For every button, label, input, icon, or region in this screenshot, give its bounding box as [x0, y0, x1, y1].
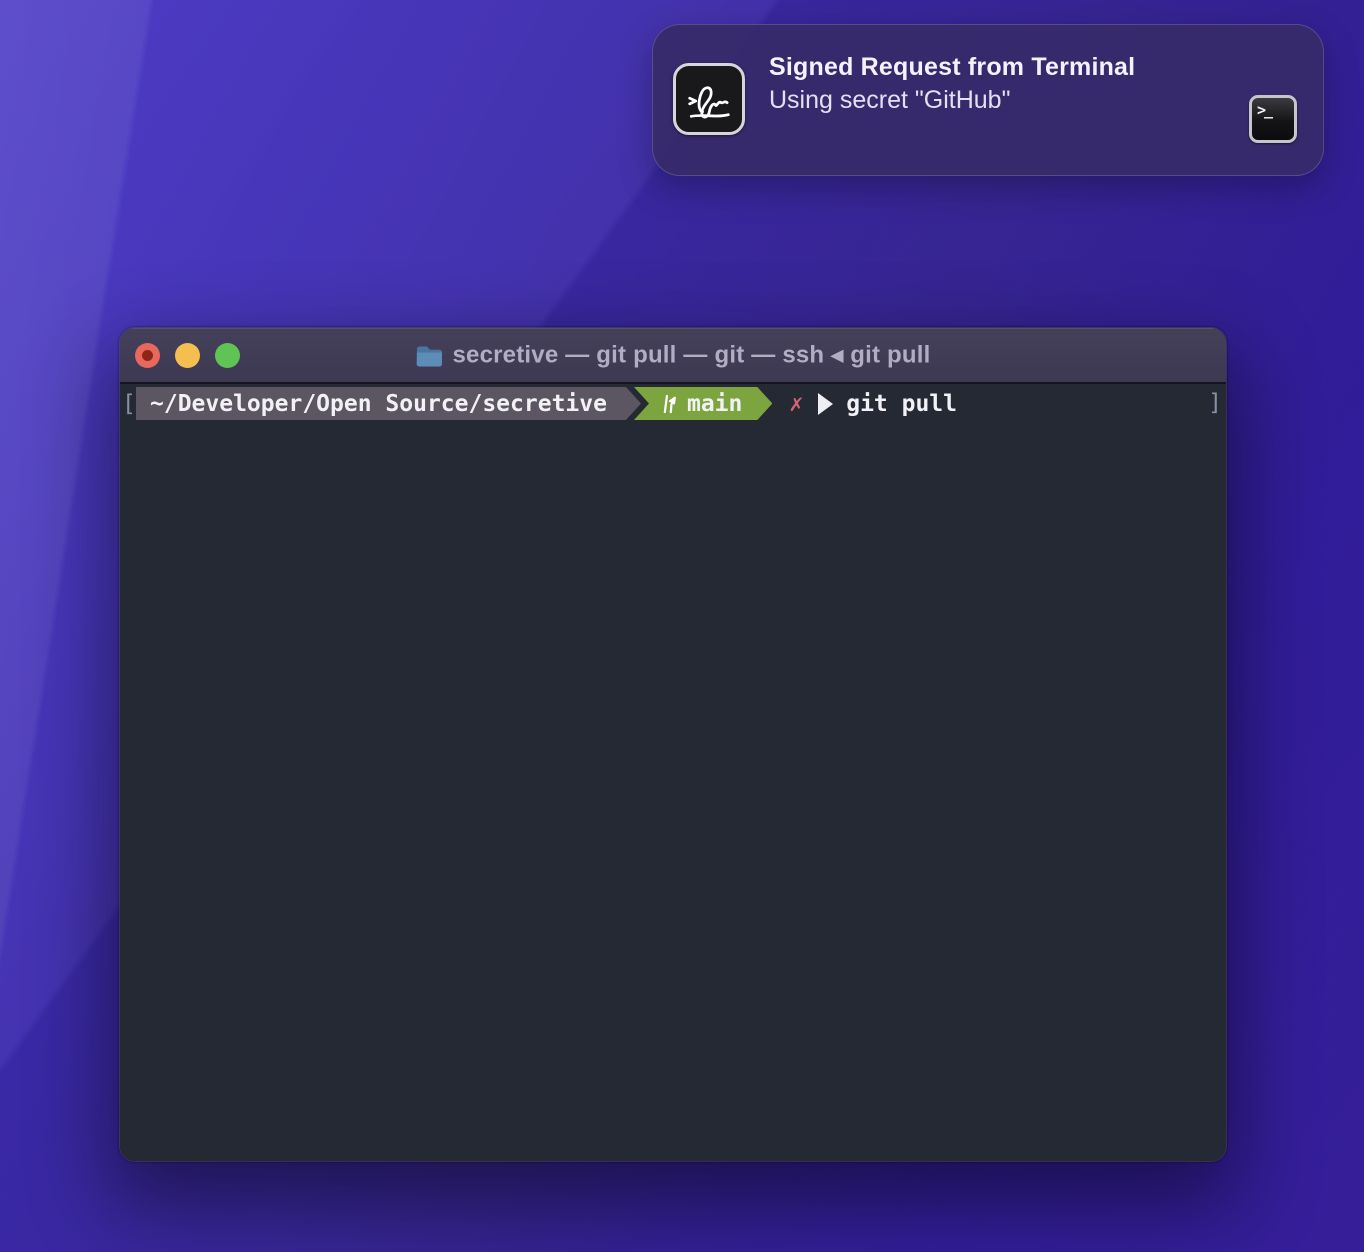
- prompt-mark-left: [: [120, 391, 136, 417]
- close-button[interactable]: [135, 343, 160, 368]
- folder-icon: [415, 344, 442, 366]
- minimize-button[interactable]: [175, 343, 200, 368]
- prompt-arrow-icon: [818, 393, 833, 415]
- prompt-branch-segment: main: [634, 387, 772, 420]
- notification-text: Signed Request from Terminal Using secre…: [769, 51, 1135, 117]
- terminal-content[interactable]: [ ~/Developer/Open Source/secretive main…: [120, 384, 1226, 1161]
- notification-subtitle: Using secret "GitHub": [769, 84, 1135, 117]
- terminal-app-icon: >_: [1249, 95, 1297, 143]
- traffic-lights: [135, 343, 240, 368]
- command-text: git pull: [846, 391, 957, 417]
- zoom-button[interactable]: [215, 343, 240, 368]
- titlebar[interactable]: secretive — git pull — git — ssh ◂ git p…: [120, 328, 1226, 384]
- notification-banner[interactable]: Signed Request from Terminal Using secre…: [652, 24, 1324, 176]
- prompt-mark-right: ]: [1208, 387, 1222, 420]
- git-dirty-mark: ✗: [789, 391, 803, 417]
- prompt-line: [ ~/Developer/Open Source/secretive main…: [120, 387, 1226, 420]
- secretive-app-icon: [673, 63, 745, 135]
- terminal-window: secretive — git pull — git — ssh ◂ git p…: [120, 328, 1226, 1161]
- signature-glyph: [680, 70, 738, 128]
- window-title-area: secretive — git pull — git — ssh ◂ git p…: [415, 341, 930, 370]
- current-directory: ~/Developer/Open Source/secretive: [150, 391, 607, 417]
- git-branch-name: main: [687, 391, 742, 417]
- prompt-path-segment: ~/Developer/Open Source/secretive: [136, 387, 641, 420]
- notification-title: Signed Request from Terminal: [769, 51, 1135, 84]
- terminal-prompt-glyph: >_: [1257, 101, 1271, 119]
- git-branch-icon: [661, 392, 678, 416]
- window-title: secretive — git pull — git — ssh ◂ git p…: [452, 341, 930, 370]
- close-dot-icon: [142, 350, 153, 361]
